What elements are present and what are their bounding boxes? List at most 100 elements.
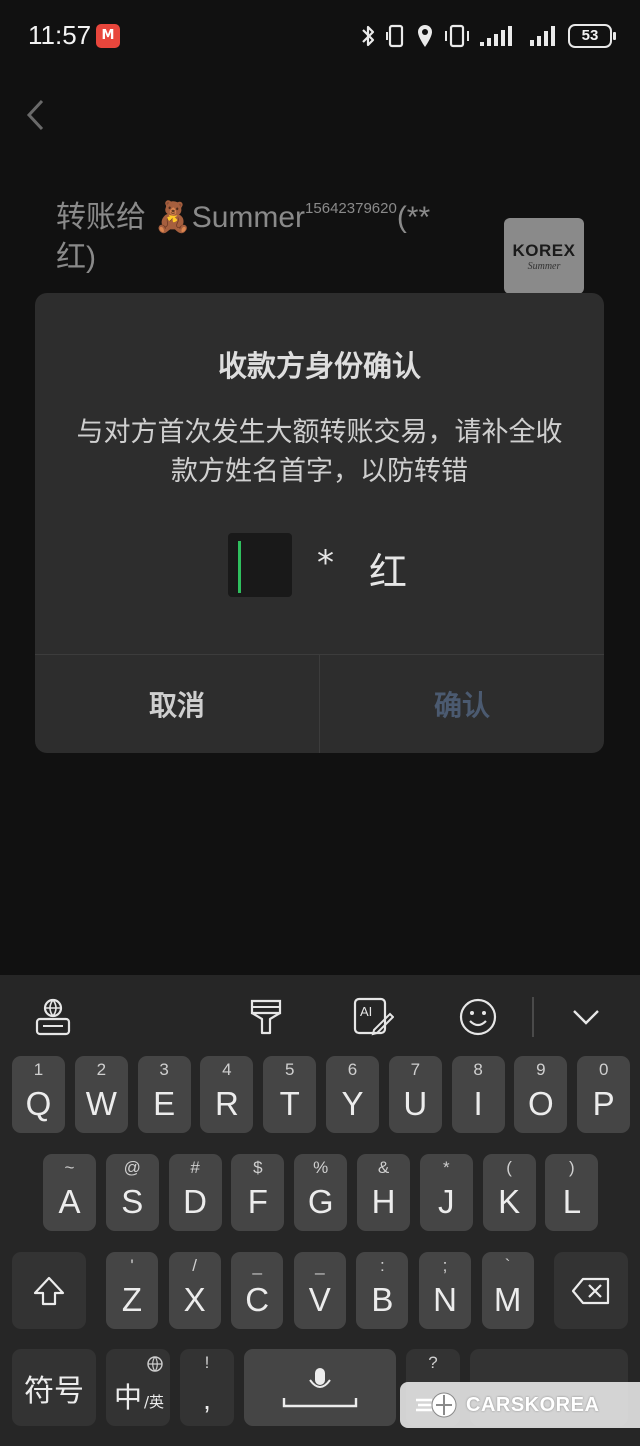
key-label: R <box>214 1085 239 1122</box>
key-hint: 4 <box>222 1060 232 1079</box>
symbols-key-label: 符号 <box>24 1373 84 1409</box>
text-cursor <box>238 541 241 593</box>
key-b[interactable]: :B <box>356 1252 409 1329</box>
key-label: A <box>58 1183 81 1220</box>
key-hint: & <box>377 1158 390 1177</box>
key-label: H <box>371 1183 396 1220</box>
key-s[interactable]: @ S <box>105 1154 159 1231</box>
key-k[interactable]: (K <box>482 1154 536 1231</box>
ai-edit-icon[interactable]: AI <box>351 995 395 1039</box>
bluetooth-icon <box>362 25 375 47</box>
identity-confirm-dialog: 收款方身份确认 与对方首次发生大额转账交易，请补全收款方姓名首字，以防转错 * … <box>35 293 604 753</box>
comma-label: , <box>203 1384 211 1415</box>
key-label: K <box>498 1183 521 1220</box>
key-v[interactable]: _ V <box>293 1252 346 1329</box>
recipient-number: 15642379620 <box>305 200 397 217</box>
status-time: 11:57 <box>28 20 92 50</box>
vibrate-icon <box>386 24 404 48</box>
back-arrow-icon[interactable] <box>24 98 48 132</box>
key-label: C <box>245 1281 270 1318</box>
key-hint: @ <box>123 1158 141 1177</box>
key-x[interactable]: / X <box>168 1252 221 1329</box>
key-hint: $ <box>253 1158 263 1177</box>
key-hint: 7 <box>410 1060 421 1079</box>
cancel-button[interactable]: 取消 <box>35 655 320 753</box>
known-name-char: 红 <box>369 550 408 594</box>
key-label: N <box>433 1281 457 1318</box>
dialog-actions: 取消 确认 <box>35 654 604 753</box>
key-label: J <box>438 1183 455 1220</box>
confirm-button[interactable]: 确认 <box>320 655 604 753</box>
key-label: L <box>562 1183 582 1220</box>
key-hint: _ <box>315 1256 325 1275</box>
symbols-key[interactable]: 符号 <box>12 1349 96 1426</box>
key-label: W <box>85 1085 117 1122</box>
key-hint: 3 <box>159 1060 169 1079</box>
transfer-recipient-title: 转账给 🧸Summer15642379620(** 红) <box>56 198 476 278</box>
key-label: M <box>493 1281 522 1318</box>
comma-key[interactable]: ! , <box>180 1349 234 1426</box>
key-f[interactable]: $ F <box>231 1154 285 1231</box>
name-verification-row: * 红 <box>35 533 604 599</box>
key-label: B <box>371 1281 394 1318</box>
key-hint: 8 <box>473 1060 483 1079</box>
key-q[interactable]: 1Q <box>12 1056 65 1133</box>
key-label: X <box>183 1281 206 1318</box>
collapse-keyboard-icon[interactable] <box>564 995 608 1039</box>
key-hint: ~ <box>64 1158 75 1177</box>
key-i[interactable]: 8I <box>451 1056 505 1133</box>
key-m[interactable]: ` M <box>481 1252 534 1329</box>
key-hint: 1 <box>33 1060 44 1079</box>
language-switch-key[interactable]: 中 /英 <box>106 1349 170 1426</box>
key-w[interactable]: 2W <box>74 1056 128 1133</box>
key-n[interactable]: ; N <box>419 1252 471 1329</box>
period-hint: ? <box>428 1353 438 1372</box>
key-hint: / <box>192 1256 197 1275</box>
key-h[interactable]: & H <box>357 1154 410 1231</box>
recipient-masked-name: (** <box>396 201 431 234</box>
dialog-message: 与对方首次发生大额转账交易，请补全收款方姓名首字，以防转错 <box>76 417 563 487</box>
key-z[interactable]: ' Z <box>106 1252 158 1329</box>
key-label: I <box>473 1085 483 1122</box>
backspace-key[interactable] <box>554 1252 628 1329</box>
shift-key[interactable] <box>12 1252 86 1329</box>
key-p[interactable]: 0P <box>577 1056 631 1133</box>
key-hint: ` <box>504 1256 511 1275</box>
brush-icon[interactable] <box>244 995 288 1039</box>
microphone-icon <box>282 1367 358 1407</box>
key-t[interactable]: 5T <box>263 1056 317 1133</box>
key-hint: 9 <box>536 1060 546 1079</box>
shift-icon <box>33 1276 65 1305</box>
key-c[interactable]: _ C <box>231 1252 284 1329</box>
recipient-masked-name-end: 红) <box>56 241 96 274</box>
key-o[interactable]: 9O <box>514 1056 568 1133</box>
lang-main-label: 中 <box>114 1381 143 1414</box>
key-d[interactable]: # D <box>168 1154 222 1231</box>
key-hint: ) <box>569 1158 575 1177</box>
carskorea-logo-icon <box>416 1392 457 1418</box>
key-y[interactable]: 6Y <box>326 1056 379 1133</box>
key-e[interactable]: 3E <box>137 1056 191 1133</box>
key-a[interactable]: ~ A <box>43 1154 96 1231</box>
key-g[interactable]: % G <box>294 1154 348 1231</box>
key-label: Q <box>25 1085 52 1122</box>
emoji-icon[interactable] <box>456 995 500 1039</box>
svg-text:AI: AI <box>360 1004 372 1019</box>
key-j[interactable]: * J <box>419 1154 473 1231</box>
key-label: E <box>153 1085 176 1122</box>
avatar-logo-text: KOREX <box>512 240 576 260</box>
location-icon <box>418 25 432 47</box>
key-u[interactable]: 7U <box>388 1056 442 1133</box>
status-bar: 11:57 M 53 <box>0 0 640 72</box>
keyboard-settings-icon[interactable] <box>31 995 75 1039</box>
space-key[interactable] <box>244 1349 396 1426</box>
ime-keyboard: AI 1 Q 2 W 3 E 4 R 5 T 6 Y 7 U 8 I 9 O 0 P ~ A @ S # D $ F% G & H * J(K)… <box>0 975 640 1446</box>
key-l[interactable]: ) L <box>545 1154 599 1231</box>
globe-icon <box>147 1356 163 1372</box>
first-char-input[interactable] <box>228 533 292 597</box>
key-hint: : <box>380 1256 385 1275</box>
signal-icon <box>530 26 555 46</box>
key-r[interactable]: 4R <box>200 1056 254 1133</box>
key-hint: * <box>442 1158 450 1177</box>
key-hint: 6 <box>347 1060 358 1079</box>
